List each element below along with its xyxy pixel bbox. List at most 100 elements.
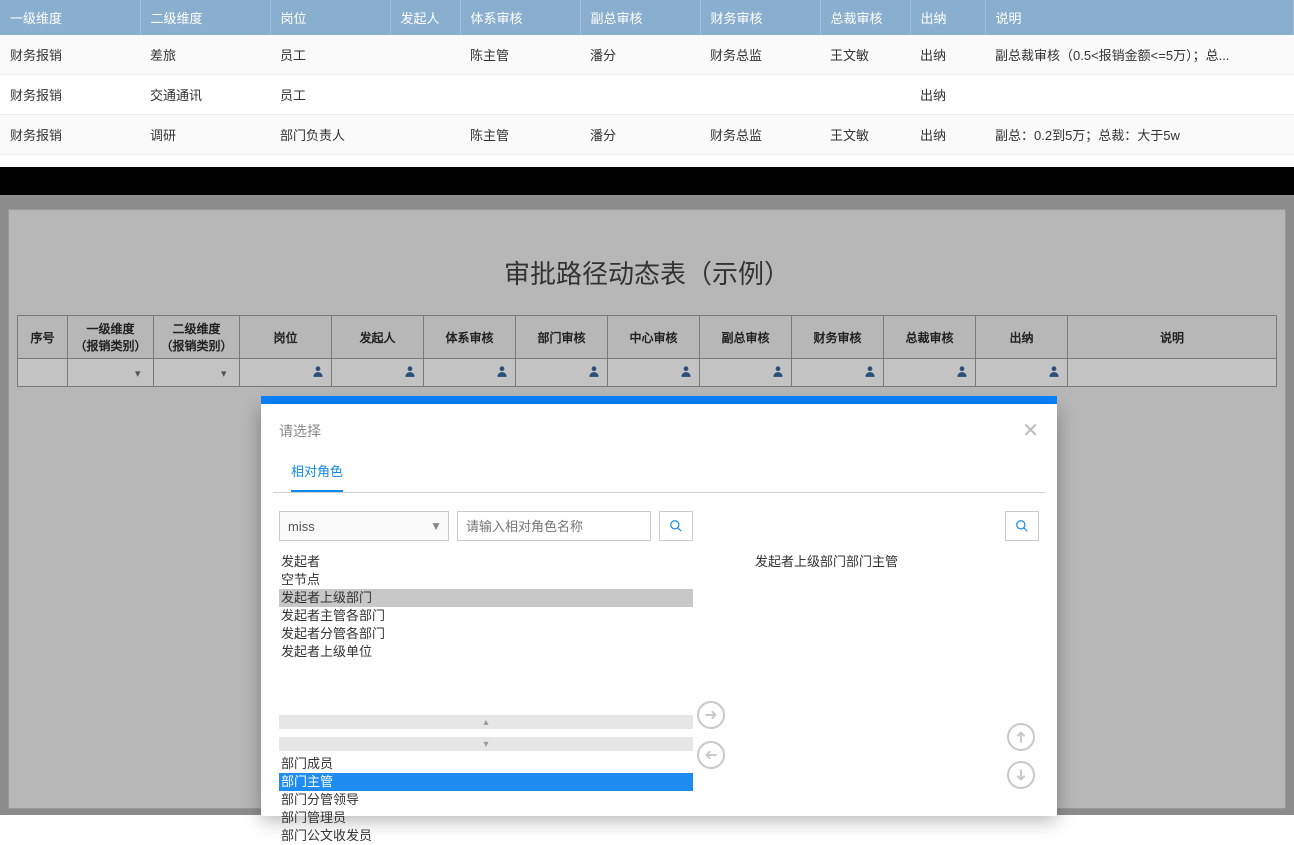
table-row: 财务报销交通通讯员工 出纳 xyxy=(0,75,1294,115)
column-header: 财务审核 xyxy=(792,316,884,359)
add-button[interactable]: ➜ xyxy=(697,701,725,729)
input-cell[interactable] xyxy=(700,359,792,387)
search-button[interactable] xyxy=(659,511,693,541)
table-cell xyxy=(390,115,460,155)
column-header: 一级维度（报销类别） xyxy=(68,316,154,359)
table-cell: 员工 xyxy=(270,75,390,115)
list-item[interactable]: 部门分管领导 xyxy=(279,791,693,809)
table-cell: 财务报销 xyxy=(0,75,140,115)
column-header: 中心审核 xyxy=(608,316,700,359)
dropdown-icon xyxy=(221,365,235,379)
list-item[interactable]: 发起者主管各部门 xyxy=(279,607,693,625)
user-picker-icon xyxy=(955,364,969,381)
table-cell: 差旅 xyxy=(140,35,270,75)
close-icon[interactable]: ✕ xyxy=(1022,418,1039,443)
column-header: 二级维度 xyxy=(140,0,270,35)
user-picker-icon xyxy=(771,364,785,381)
modal-header: 请选择 ✕ xyxy=(261,404,1057,449)
collapse-down-button[interactable]: ▾ xyxy=(279,737,693,751)
table-cell: 出纳 xyxy=(910,75,985,115)
list-item[interactable]: 部门主管 xyxy=(279,773,693,791)
user-picker-icon xyxy=(495,364,509,381)
input-cell[interactable] xyxy=(608,359,700,387)
column-header: 发起人 xyxy=(332,316,424,359)
list-item[interactable]: 发起者上级单位 xyxy=(279,643,693,661)
move-down-button[interactable]: ➜ xyxy=(1007,761,1035,789)
table-cell: 王文敏 xyxy=(820,35,910,75)
column-header: 说明 xyxy=(1068,316,1277,359)
modal-tabs: 相对角色 xyxy=(273,449,1045,493)
column-header: 序号 xyxy=(18,316,68,359)
lower-title: 审批路径动态表（示例） xyxy=(9,210,1285,315)
table-cell xyxy=(390,75,460,115)
input-cell[interactable] xyxy=(884,359,976,387)
role-search-input[interactable] xyxy=(457,511,651,541)
modal-body: miss ▼ 发起者空节点发起者上级部门发起者主管各部门发起者分管各部门发起者上… xyxy=(261,493,1057,845)
tab-relative-role[interactable]: 相对角色 xyxy=(291,455,343,492)
input-cell[interactable] xyxy=(424,359,516,387)
table-cell xyxy=(580,75,700,115)
input-cell[interactable] xyxy=(1068,359,1277,387)
search-icon xyxy=(1015,519,1029,533)
right-search-button[interactable] xyxy=(1005,511,1039,541)
table-cell: 财务总监 xyxy=(700,115,820,155)
column-header: 副总审核 xyxy=(580,0,700,35)
lower-panel: 审批路径动态表（示例） 序号一级维度（报销类别）二级维度（报销类别）岗位发起人体… xyxy=(8,209,1286,809)
list-item[interactable]: 发起者上级部门部门主管 xyxy=(753,553,1039,571)
section-divider xyxy=(0,167,1294,195)
scope-dropdown[interactable]: miss ▼ xyxy=(279,511,449,541)
table-cell xyxy=(390,35,460,75)
user-picker-icon xyxy=(587,364,601,381)
table-cell: 副总裁审核（0.5<报销金额<=5万）；总... xyxy=(985,35,1294,75)
column-header: 总裁审核 xyxy=(820,0,910,35)
table-cell xyxy=(985,75,1294,115)
left-panel: miss ▼ 发起者空节点发起者上级部门发起者主管各部门发起者分管各部门发起者上… xyxy=(279,511,693,845)
column-header: 二级维度（报销类别） xyxy=(154,316,240,359)
selected-roles-list[interactable]: 发起者上级部门部门主管 xyxy=(753,551,1039,845)
collapse-up-button[interactable]: ▴ xyxy=(279,715,693,729)
input-cell[interactable] xyxy=(18,359,68,387)
input-cell[interactable] xyxy=(240,359,332,387)
column-header: 总裁审核 xyxy=(884,316,976,359)
user-picker-icon xyxy=(311,364,325,381)
column-header: 副总审核 xyxy=(700,316,792,359)
modal-top-bar xyxy=(261,396,1057,404)
column-header: 部门审核 xyxy=(516,316,608,359)
table-cell: 潘分 xyxy=(580,115,700,155)
table-cell: 调研 xyxy=(140,115,270,155)
list-item[interactable]: 发起者分管各部门 xyxy=(279,625,693,643)
dynamic-table: 序号一级维度（报销类别）二级维度（报销类别）岗位发起人体系审核部门审核中心审核副… xyxy=(17,315,1277,387)
user-picker-icon xyxy=(403,364,417,381)
move-up-button[interactable]: ➜ xyxy=(1007,723,1035,751)
list-item[interactable]: 发起者上级部门 xyxy=(279,589,693,607)
input-cell[interactable] xyxy=(516,359,608,387)
table-cell: 员工 xyxy=(270,35,390,75)
input-cell[interactable] xyxy=(332,359,424,387)
table-cell xyxy=(460,75,580,115)
select-modal: 请选择 ✕ 相对角色 miss ▼ xyxy=(261,404,1057,816)
column-header: 岗位 xyxy=(270,0,390,35)
role-source-list[interactable]: 发起者空节点发起者上级部门发起者主管各部门发起者分管各部门发起者上级单位 xyxy=(279,551,693,709)
table-cell xyxy=(700,75,820,115)
list-item[interactable]: 部门公文收发员 xyxy=(279,827,693,845)
table-cell: 交通通讯 xyxy=(140,75,270,115)
input-cell[interactable] xyxy=(976,359,1068,387)
input-cell[interactable] xyxy=(154,359,240,387)
table-row: 财务报销差旅员工陈主管潘分财务总监王文敏出纳副总裁审核（0.5<报销金额<=5万… xyxy=(0,35,1294,75)
remove-button[interactable]: ➜ xyxy=(697,741,725,769)
table-cell: 潘分 xyxy=(580,35,700,75)
table-cell xyxy=(820,75,910,115)
input-cell[interactable] xyxy=(792,359,884,387)
lower-panel-wrap: 审批路径动态表（示例） 序号一级维度（报销类别）二级维度（报销类别）岗位发起人体… xyxy=(0,195,1294,815)
column-header: 出纳 xyxy=(910,0,985,35)
list-item[interactable]: 部门成员 xyxy=(279,755,693,773)
table-cell: 副总：0.2到5万；总裁：大于5w xyxy=(985,115,1294,155)
input-cell[interactable] xyxy=(68,359,154,387)
table-cell: 财务报销 xyxy=(0,115,140,155)
list-item[interactable]: 空节点 xyxy=(279,571,693,589)
column-header: 财务审核 xyxy=(700,0,820,35)
dropdown-value: miss xyxy=(288,519,315,534)
list-item[interactable]: 发起者 xyxy=(279,553,693,571)
role-type-list[interactable]: 部门成员部门主管部门分管领导部门管理员部门公文收发员 xyxy=(279,753,693,845)
column-header: 发起人 xyxy=(390,0,460,35)
